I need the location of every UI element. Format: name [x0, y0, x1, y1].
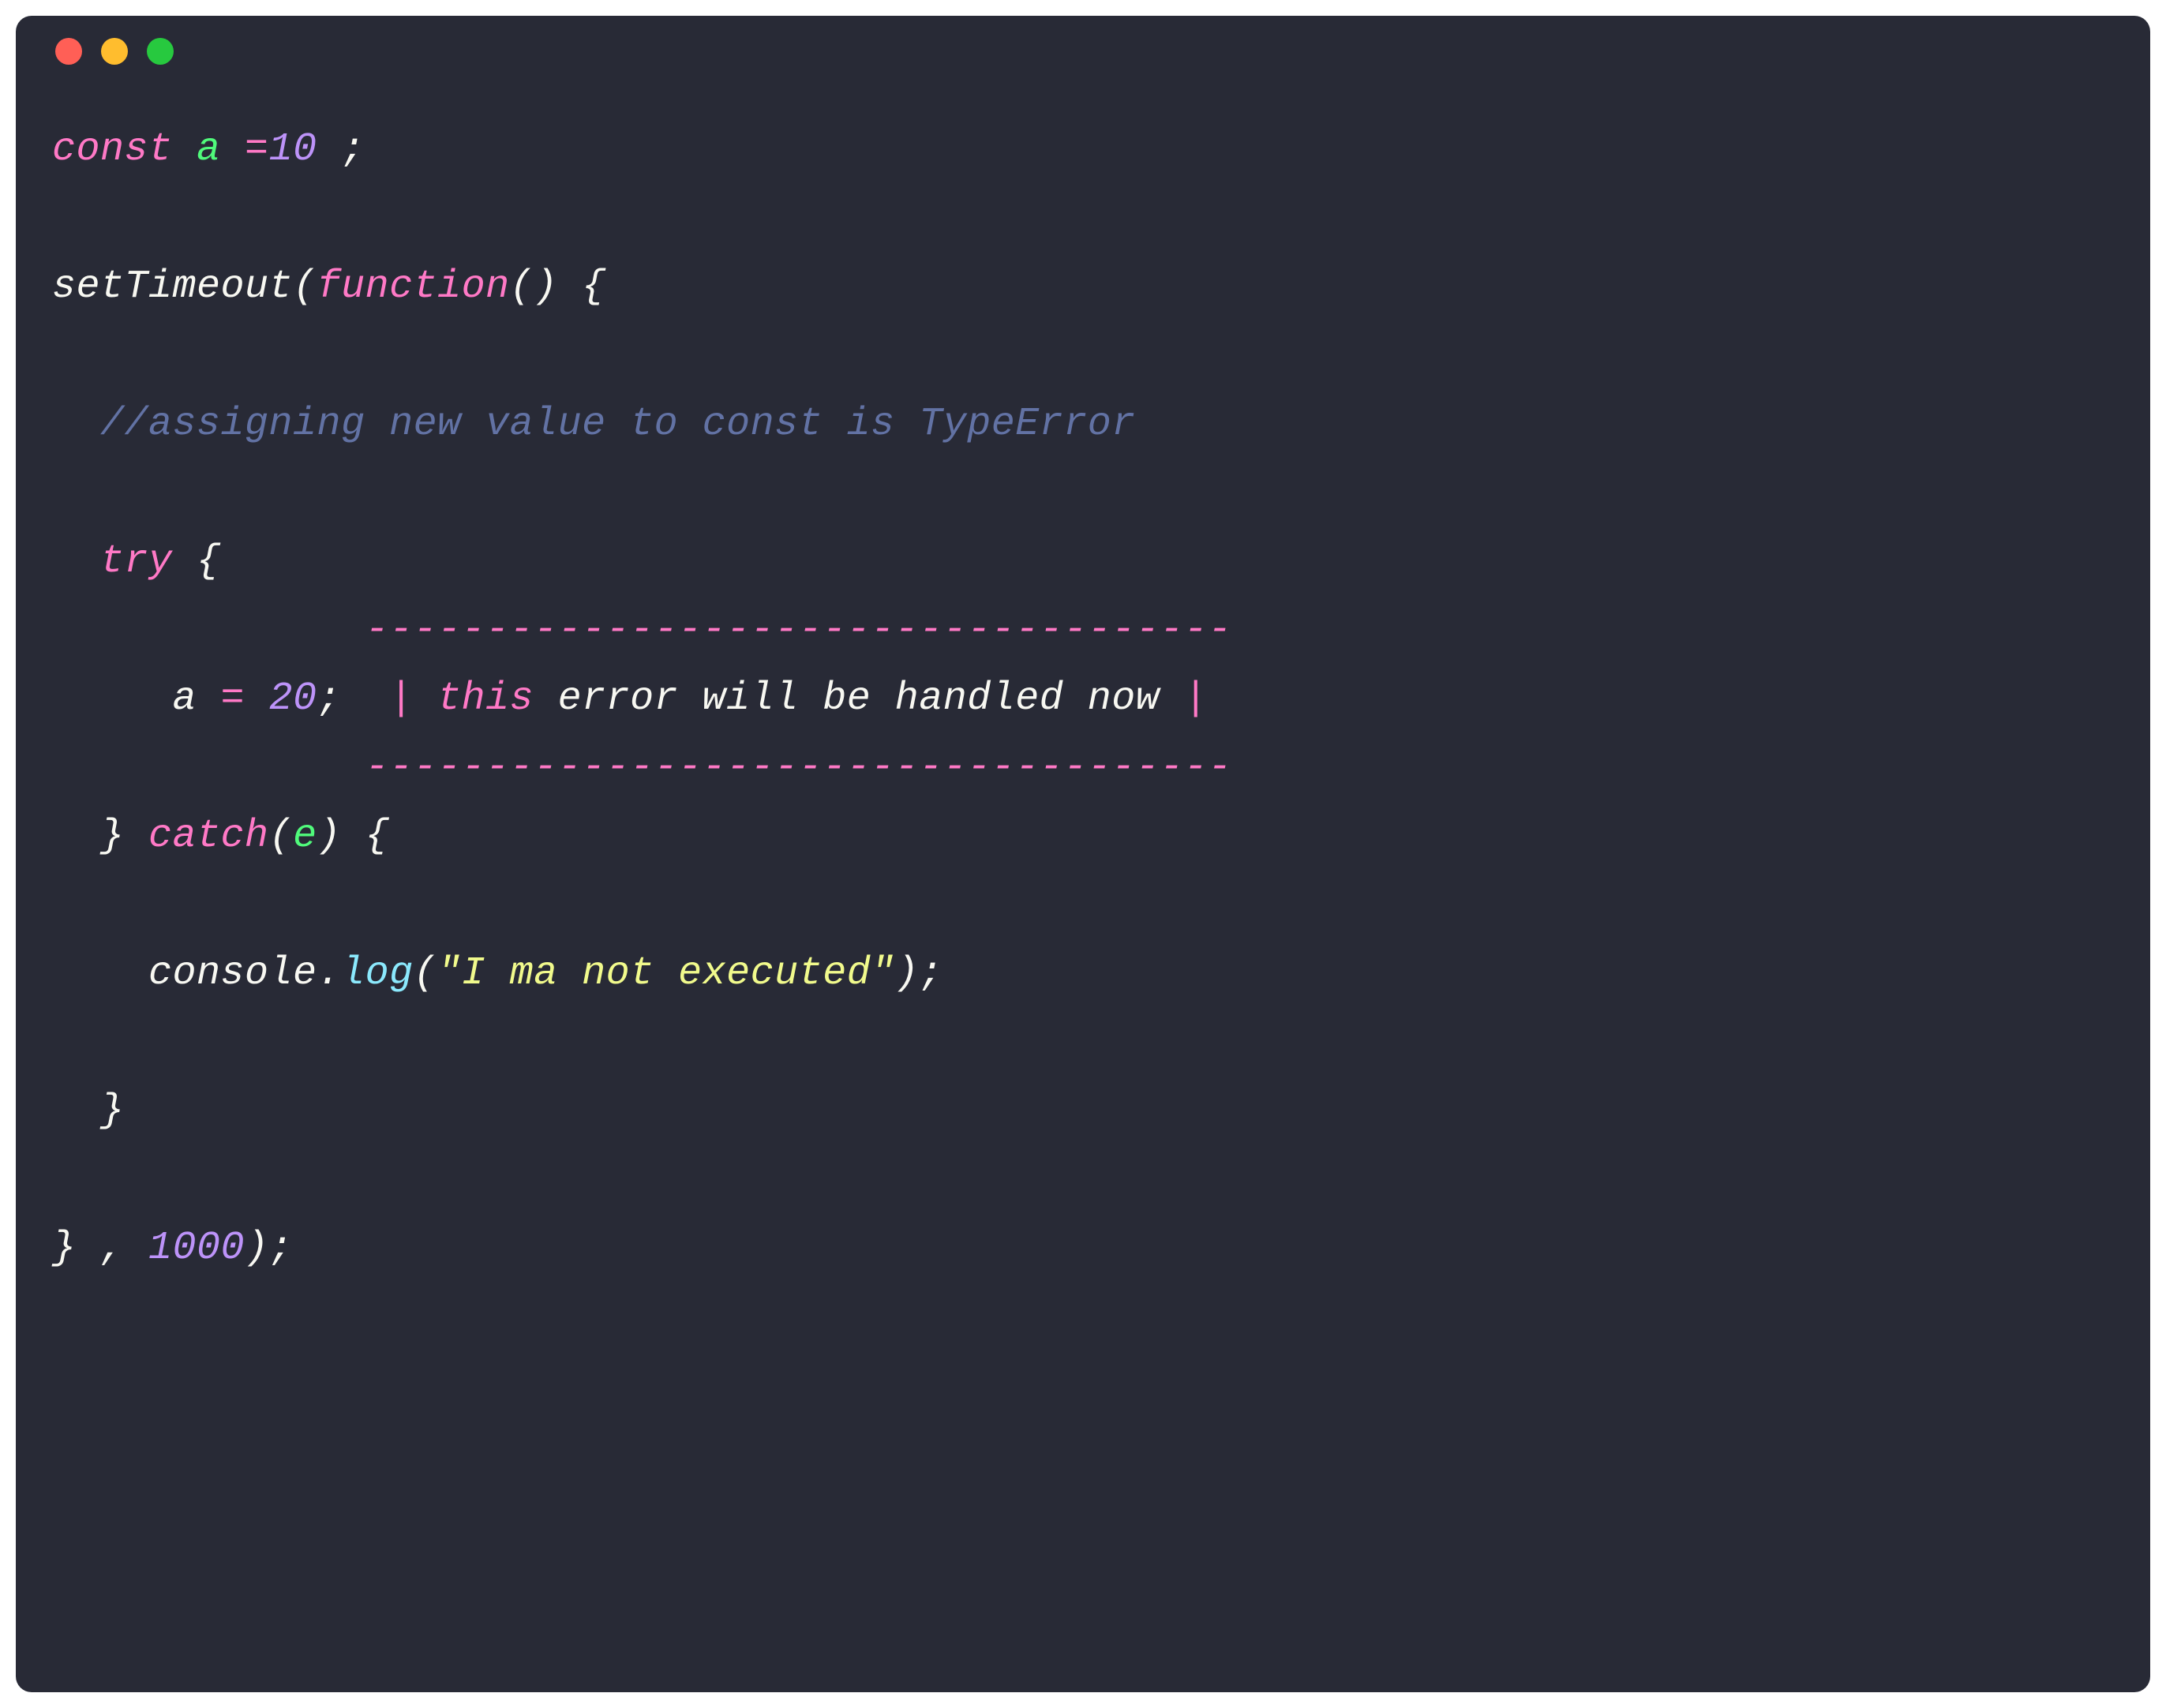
- token-operator: =: [221, 676, 269, 721]
- token-keyword: try: [100, 539, 173, 584]
- annotation-keyword: this: [437, 676, 558, 721]
- close-icon[interactable]: [55, 38, 82, 65]
- token-keyword: catch: [148, 814, 269, 859]
- token-plain: ) {: [317, 814, 390, 859]
- annotation-bar: |: [1184, 676, 1209, 721]
- token-plain: }: [100, 814, 148, 859]
- token-plain: );: [895, 951, 943, 996]
- token-number: 10: [269, 127, 317, 172]
- annotation-border-top: ------------------------------------: [365, 608, 1232, 653]
- token-indent: [52, 402, 100, 447]
- token-plain: (: [414, 951, 438, 996]
- token-keyword: const: [52, 127, 197, 172]
- token-method: log: [341, 951, 414, 996]
- token-plain: {: [173, 539, 221, 584]
- token-string: "I ma not executed": [437, 951, 895, 996]
- token-variable: a: [173, 676, 221, 721]
- token-plain: (: [269, 814, 294, 859]
- token-indent: [52, 1088, 100, 1133]
- token-comment: //assigning new value to const is TypeEr…: [100, 402, 1136, 447]
- token-number: 20: [269, 676, 317, 721]
- token-plain: () {: [510, 264, 606, 309]
- token-number: 1000: [148, 1226, 245, 1271]
- token-plain: ;: [317, 676, 390, 721]
- annotation-bar: |: [389, 676, 437, 721]
- token-indent: [52, 539, 100, 584]
- token-object: console.: [148, 951, 341, 996]
- token-keyword: function: [317, 264, 510, 309]
- code-content: const a =10 ; setTimeout(function() { //…: [16, 87, 2150, 1692]
- token-indent: [52, 745, 365, 790]
- code-editor-window: const a =10 ; setTimeout(function() { //…: [16, 16, 2150, 1692]
- annotation-text: error will be handled now: [558, 676, 1184, 721]
- token-operator: =: [245, 127, 269, 172]
- token-plain: setTimeout(: [52, 264, 317, 309]
- zoom-icon[interactable]: [147, 38, 174, 65]
- window-titlebar: [16, 16, 2150, 87]
- minimize-icon[interactable]: [101, 38, 128, 65]
- token-indent: [52, 676, 173, 721]
- token-plain: } ,: [52, 1226, 148, 1271]
- token-variable: a: [197, 127, 245, 172]
- token-indent: [52, 951, 148, 996]
- token-plain: }: [100, 1088, 125, 1133]
- token-indent: [52, 814, 100, 859]
- token-variable: e: [293, 814, 317, 859]
- token-plain: ;: [317, 127, 365, 172]
- token-plain: );: [245, 1226, 293, 1271]
- annotation-border-bottom: ------------------------------------: [365, 745, 1232, 790]
- token-indent: [52, 608, 365, 653]
